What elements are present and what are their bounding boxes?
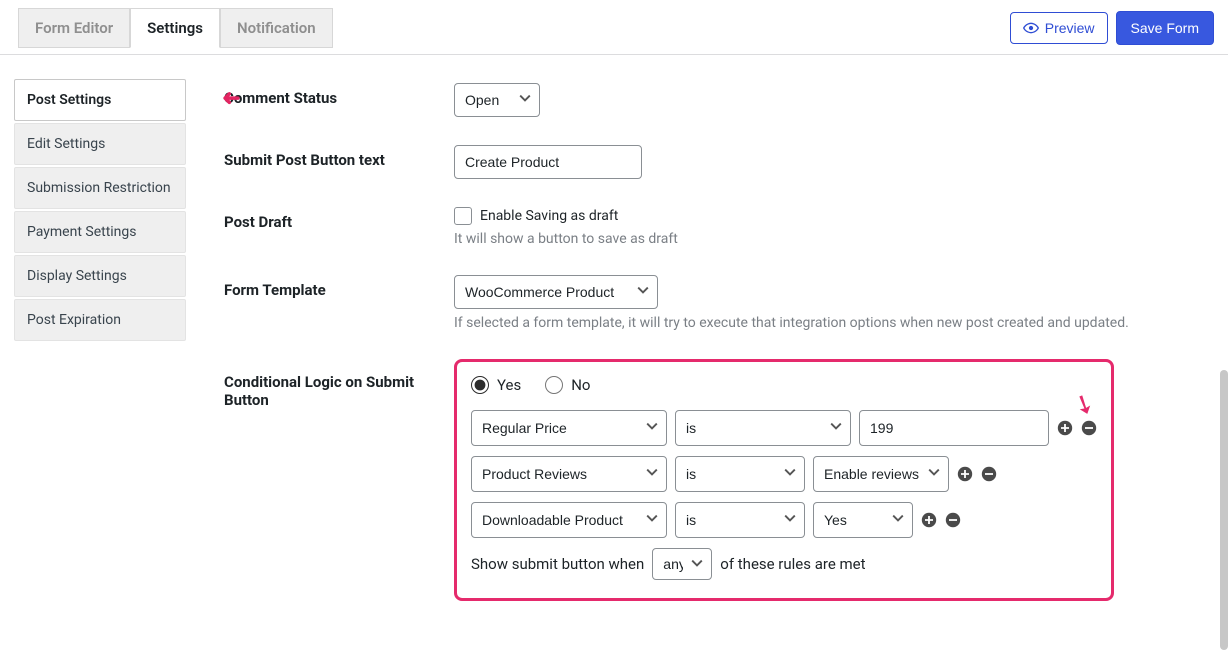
- row-submit-button-text: Submit Post Button text: [224, 145, 1198, 179]
- match-mode-select[interactable]: any: [652, 548, 712, 580]
- post-draft-help: It will show a button to save as draft: [454, 231, 1198, 247]
- post-draft-checkbox-wrap[interactable]: Enable Saving as draft: [454, 207, 1198, 225]
- condition-value-select[interactable]: Yes: [813, 502, 913, 538]
- post-draft-checkbox[interactable]: [454, 207, 472, 225]
- eye-icon: [1023, 22, 1039, 34]
- label-conditional-logic: Conditional Logic on Submit Button: [224, 359, 454, 409]
- condition-operator-select[interactable]: is: [675, 456, 805, 492]
- vertical-scrollbar[interactable]: [1220, 370, 1228, 650]
- add-condition-button[interactable]: [921, 512, 937, 528]
- sidebar-item-label: Post Settings: [27, 92, 111, 108]
- save-form-button[interactable]: Save Form: [1116, 11, 1214, 45]
- settings-sidebar: Post Settings ➜ Edit Settings Submission…: [0, 55, 200, 656]
- condition-value-select[interactable]: Enable reviews: [813, 456, 949, 492]
- plus-circle-icon: [921, 512, 937, 528]
- label-comment-status: Comment Status: [224, 83, 454, 107]
- tab-form-editor[interactable]: Form Editor: [18, 8, 130, 48]
- main-panel: Comment Status Open Submit Post Button t…: [200, 55, 1228, 656]
- label-submit-button-text: Submit Post Button text: [224, 145, 454, 169]
- sidebar-item-edit-settings[interactable]: Edit Settings: [14, 123, 186, 165]
- row-comment-status: Comment Status Open: [224, 83, 1198, 117]
- sidebar-item-post-expiration[interactable]: Post Expiration: [14, 299, 186, 341]
- comment-status-select[interactable]: Open: [454, 83, 540, 117]
- remove-condition-button[interactable]: [981, 466, 997, 482]
- header-actions: Preview Save Form: [1010, 11, 1214, 45]
- label-post-draft: Post Draft: [224, 207, 454, 231]
- conditional-no-label: No: [571, 376, 590, 394]
- post-draft-check-label: Enable Saving as draft: [480, 208, 618, 224]
- plus-circle-icon: [957, 466, 973, 482]
- tab-notification[interactable]: Notification: [220, 8, 333, 48]
- conditional-yes-label: Yes: [497, 376, 521, 394]
- add-condition-button[interactable]: [1057, 420, 1073, 436]
- minus-circle-icon: [945, 512, 961, 528]
- condition-row: Product Reviews is Enable reviews: [471, 456, 1097, 492]
- condition-row: Regular Price is: [471, 410, 1097, 446]
- form-template-select[interactable]: WooCommerce Product: [454, 275, 658, 309]
- condition-field-select[interactable]: Product Reviews: [471, 456, 667, 492]
- label-form-template: Form Template: [224, 275, 454, 299]
- minus-circle-icon: [981, 466, 997, 482]
- conditional-yes-radio[interactable]: [471, 376, 489, 394]
- pointer-icon: ➜: [222, 86, 240, 111]
- condition-field-select[interactable]: Regular Price: [471, 410, 667, 446]
- tab-settings[interactable]: Settings: [130, 8, 220, 48]
- preview-button[interactable]: Preview: [1010, 12, 1108, 44]
- top-tabs: Form Editor Settings Notification: [18, 8, 333, 48]
- conditional-logic-panel: ➘ Yes No Regular: [454, 359, 1114, 601]
- conditional-enable-radio-group: Yes No: [471, 376, 1097, 394]
- sidebar-item-display-settings[interactable]: Display Settings: [14, 255, 186, 297]
- sidebar-item-payment-settings[interactable]: Payment Settings: [14, 211, 186, 253]
- conditional-footer-pre: Show submit button when: [471, 555, 644, 573]
- remove-condition-button[interactable]: [1081, 420, 1097, 436]
- conditional-no-radio[interactable]: [545, 376, 563, 394]
- row-conditional-logic: Conditional Logic on Submit Button ➘ Yes…: [224, 359, 1198, 601]
- preview-label: Preview: [1045, 20, 1095, 36]
- remove-condition-button[interactable]: [945, 512, 961, 528]
- condition-operator-select[interactable]: is: [675, 502, 805, 538]
- condition-row: Downloadable Product is Yes: [471, 502, 1097, 538]
- conditional-no-option[interactable]: No: [545, 376, 590, 394]
- condition-value-input[interactable]: [859, 410, 1049, 446]
- plus-circle-icon: [1057, 420, 1073, 436]
- sidebar-item-post-settings[interactable]: Post Settings ➜: [14, 79, 186, 121]
- condition-field-select[interactable]: Downloadable Product: [471, 502, 667, 538]
- conditional-footer-post: of these rules are met: [720, 555, 865, 573]
- minus-circle-icon: [1081, 420, 1097, 436]
- conditional-yes-option[interactable]: Yes: [471, 376, 521, 394]
- condition-operator-select[interactable]: is: [675, 410, 851, 446]
- conditional-footer: Show submit button when any of these rul…: [471, 548, 1097, 580]
- submit-button-text-input[interactable]: [454, 145, 642, 179]
- add-condition-button[interactable]: [957, 466, 973, 482]
- row-post-draft: Post Draft Enable Saving as draft It wil…: [224, 207, 1198, 247]
- row-form-template: Form Template WooCommerce Product If sel…: [224, 275, 1198, 331]
- sidebar-item-submission-restriction[interactable]: Submission Restriction: [14, 167, 186, 209]
- header: Form Editor Settings Notification Previe…: [0, 0, 1228, 55]
- form-template-help: If selected a form template, it will try…: [454, 315, 1174, 331]
